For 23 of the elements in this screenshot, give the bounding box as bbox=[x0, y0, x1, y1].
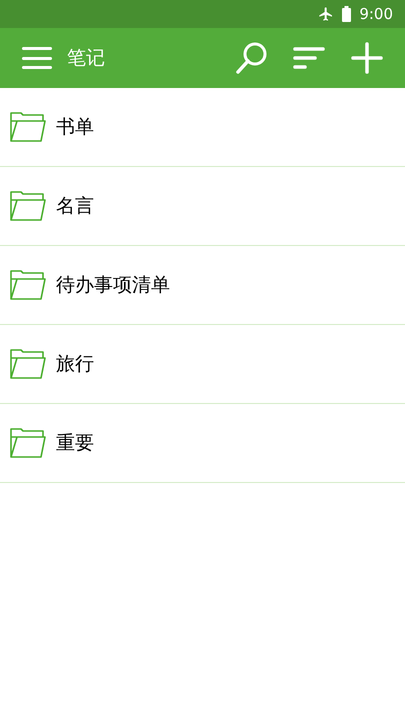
folder-item[interactable]: 待办事项清单 bbox=[0, 246, 405, 325]
folder-name: 书单 bbox=[56, 114, 94, 140]
app-title: 笔记 bbox=[67, 46, 106, 71]
folder-name: 旅行 bbox=[56, 352, 94, 377]
airplane-icon bbox=[318, 6, 334, 22]
folder-name: 名言 bbox=[56, 194, 94, 219]
folder-icon bbox=[10, 348, 46, 380]
sort-icon[interactable] bbox=[293, 46, 325, 70]
folder-icon bbox=[10, 427, 46, 459]
add-icon[interactable] bbox=[351, 42, 383, 74]
folder-icon bbox=[10, 269, 46, 301]
menu-icon[interactable] bbox=[22, 47, 52, 69]
folder-item[interactable]: 重要 bbox=[0, 404, 405, 483]
folder-item[interactable]: 旅行 bbox=[0, 325, 405, 404]
folder-item[interactable]: 书单 bbox=[0, 88, 405, 167]
folder-icon bbox=[10, 111, 46, 143]
folder-name: 待办事项清单 bbox=[56, 272, 170, 298]
search-icon[interactable] bbox=[235, 41, 269, 75]
clock-time: 9:00 bbox=[359, 4, 393, 25]
folder-icon bbox=[10, 190, 46, 222]
folder-item[interactable]: 名言 bbox=[0, 167, 405, 246]
battery-icon bbox=[342, 6, 352, 22]
folder-name: 重要 bbox=[56, 430, 94, 456]
